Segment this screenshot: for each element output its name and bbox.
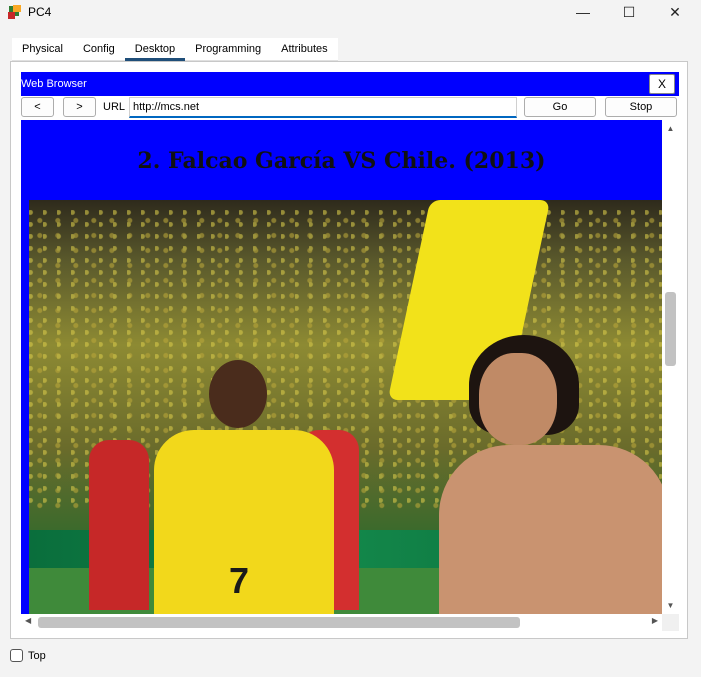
chile-player-left [89,440,149,610]
app-icon [8,5,21,19]
football-photo: 7 [29,200,662,614]
scroll-left-icon[interactable]: ◀ [25,616,31,625]
scroll-right-icon[interactable]: ▶ [652,616,658,625]
tab-attributes[interactable]: Attributes [271,38,338,61]
tab-config[interactable]: Config [72,38,125,61]
url-input[interactable] [129,97,517,118]
scroll-up-icon[interactable]: ▲ [662,124,679,133]
top-checkbox[interactable] [10,649,23,662]
player-torso [439,445,662,614]
desktop-panel: Web Browser X < > URL Go Stop 2. Falcao … [10,61,688,639]
tab-desktop[interactable]: Desktop [124,38,186,61]
tab-bar: Physical Config Desktop Programming Attr… [12,38,338,61]
title-bar: PC4 — ☐ ✕ [0,0,701,24]
tab-programming[interactable]: Programming [185,38,272,61]
stop-button[interactable]: Stop [605,97,677,117]
forward-button[interactable]: > [63,97,96,117]
player-head [209,360,267,428]
close-window-button[interactable]: ✕ [652,0,698,24]
top-label: Top [28,649,46,662]
url-label: URL [103,101,126,113]
maximize-button[interactable]: ☐ [606,0,652,24]
shirt-number: 7 [229,560,250,601]
browser-viewport: 2. Falcao García VS Chile. (2013) 7 [21,120,662,614]
tab-physical[interactable]: Physical [12,38,73,61]
browser-nav-bar: < > URL Go Stop [21,96,679,120]
browser-close-button[interactable]: X [649,74,675,94]
top-option[interactable]: Top [10,649,46,662]
scrollbar-corner [662,614,679,631]
vertical-scrollbar[interactable]: ▲ ▼ [662,120,679,614]
go-button[interactable]: Go [524,97,596,117]
vertical-scroll-thumb[interactable] [665,292,676,366]
colombia-player-seven: 7 [154,360,334,614]
web-browser-title: Web Browser [21,78,87,90]
minimize-button[interactable]: — [560,0,606,24]
window-title: PC4 [28,5,52,19]
web-browser-header: Web Browser X [21,72,679,96]
horizontal-scroll-thumb[interactable] [38,617,520,628]
scroll-down-icon[interactable]: ▼ [662,601,679,610]
player-face [479,353,557,445]
back-button[interactable]: < [21,97,54,117]
page-headline: 2. Falcao García VS Chile. (2013) [137,148,546,174]
horizontal-scrollbar[interactable]: ◀ ▶ [21,614,662,631]
shirtless-player [429,335,662,614]
yellow-shirt: 7 [154,430,334,614]
